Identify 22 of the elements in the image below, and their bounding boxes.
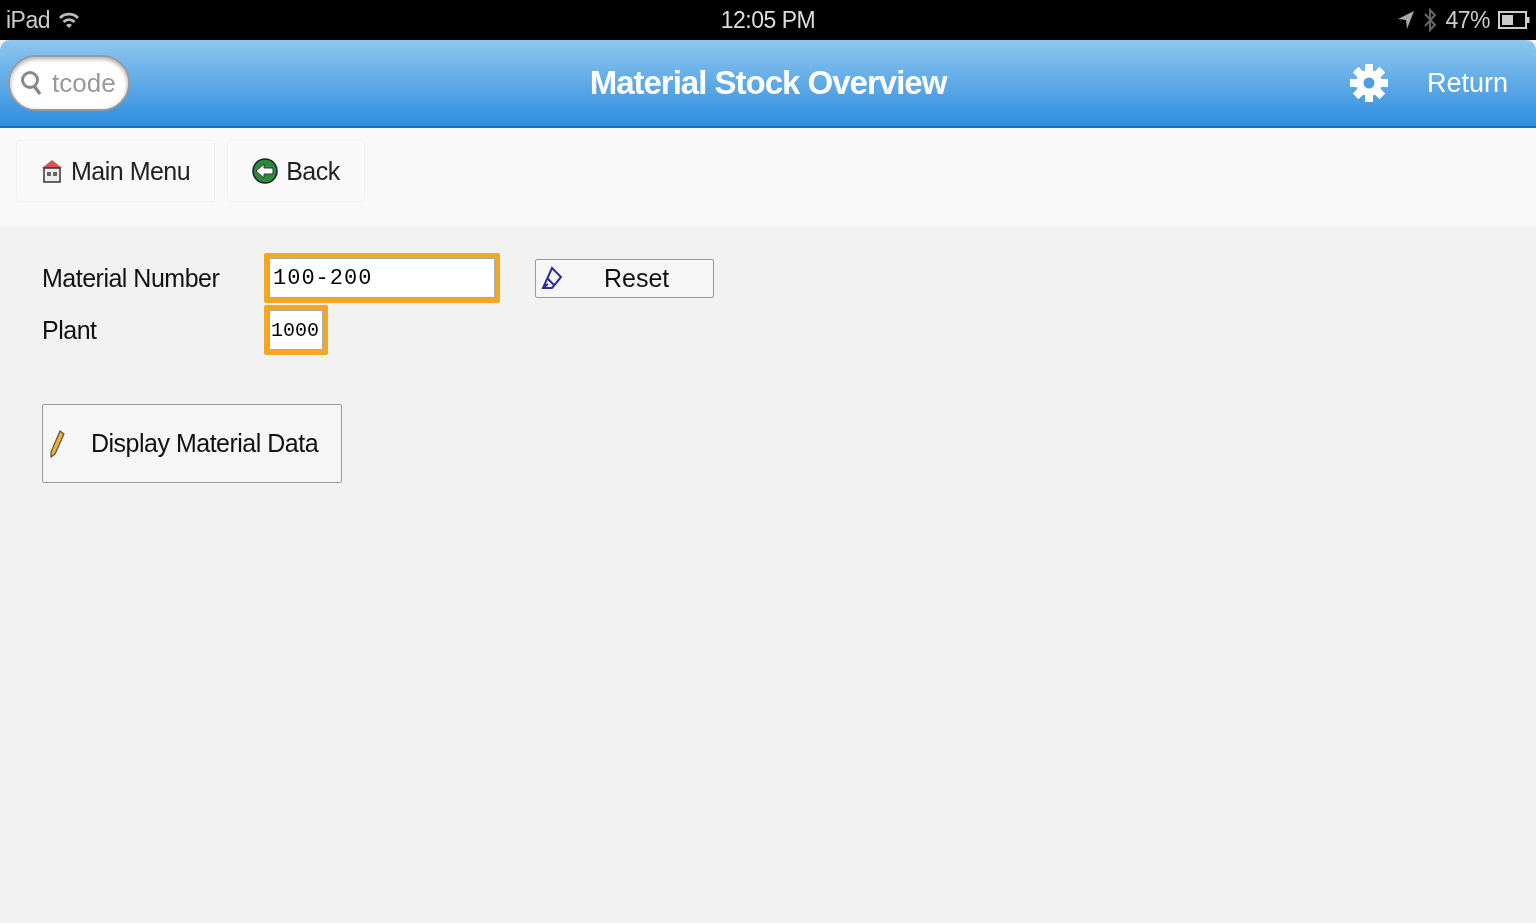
clock-time: 12:05 PM [720,6,816,33]
location-arrow-icon [1397,10,1416,30]
text-field[interactable]: 100-200 [269,258,495,298]
page-title: Material Stock Overview [589,64,947,101]
device-name: iPad [6,6,51,34]
eraser-icon [540,264,564,292]
search-field[interactable]: tcode [8,55,130,111]
reset-button[interactable]: Reset [535,258,714,298]
pencil-icon [49,428,65,459]
field-label: Plant [42,315,98,345]
battery-percentage: 47% [1445,6,1490,34]
house-icon [41,158,63,184]
back-button[interactable]: Back [227,140,365,202]
main-menu-button[interactable]: Main Menu [16,140,216,202]
bluetooth-icon [1423,7,1438,33]
text-field[interactable]: 1000 [269,310,323,350]
settings-icon[interactable] [1348,63,1389,103]
field-label: Material Number [42,263,221,293]
wifi-icon [58,10,81,30]
display-material-data-button[interactable]: Display Material Data [42,404,342,483]
battery-icon [1498,10,1530,30]
search-icon [20,70,42,96]
